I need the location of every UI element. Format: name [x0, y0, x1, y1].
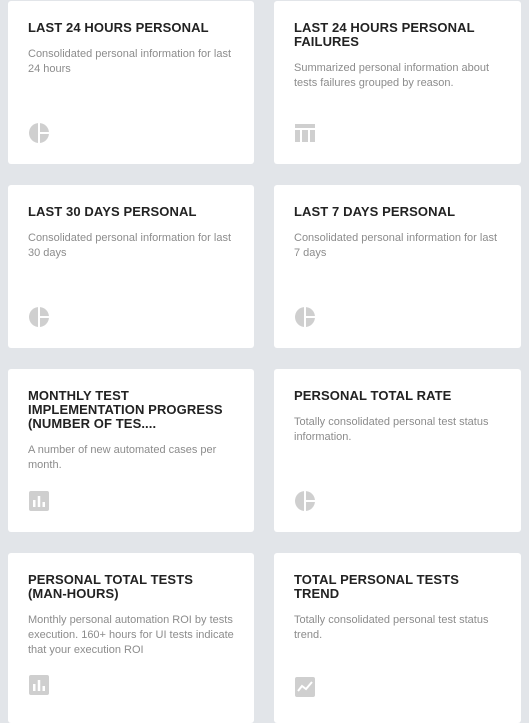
widget-card-last-7-days-personal[interactable]: LAST 7 DAYS PERSONAL Consolidated person… [274, 185, 521, 348]
widget-title: TOTAL PERSONAL TESTS TREND [294, 572, 460, 601]
widget-description: Totally consolidated personal test statu… [294, 416, 489, 443]
widget-description: Consolidated personal information for la… [294, 232, 498, 259]
bar-chart-icon [28, 490, 50, 512]
widget-description: Totally consolidated personal test statu… [294, 614, 489, 641]
widget-title: LAST 24 HOURS PERSONAL FAILURES [294, 20, 475, 49]
widget-description: Monthly personal automation ROI by tests… [28, 614, 234, 656]
pie-chart-icon [28, 306, 50, 328]
widget-title: PERSONAL TOTAL TESTS (MAN-HOURS) [28, 572, 194, 601]
widget-card-last-24-hours-personal-failures[interactable]: LAST 24 HOURS PERSONAL FAILURES Summariz… [274, 1, 521, 164]
widget-description: Summarized personal information about te… [294, 62, 490, 89]
widget-card-total-personal-tests-trend[interactable]: TOTAL PERSONAL TESTS TREND Totally conso… [274, 553, 521, 723]
widget-title: MONTHLY TEST IMPLEMENTATION PROGRESS (NU… [28, 388, 223, 431]
widget-title: LAST 24 HOURS PERSONAL [28, 20, 209, 35]
line-chart-icon [294, 676, 316, 698]
widget-description: Consolidated personal information for la… [28, 232, 232, 259]
widget-card-personal-total-tests-man-hours[interactable]: PERSONAL TOTAL TESTS (MAN-HOURS) Monthly… [8, 553, 254, 723]
widget-description: A number of new automated cases per mont… [28, 444, 217, 471]
widget-description: Consolidated personal information for la… [28, 48, 232, 75]
widget-title: PERSONAL TOTAL RATE [294, 388, 452, 403]
bar-chart-icon [28, 674, 50, 696]
table-icon [294, 122, 316, 144]
widget-card-last-24-hours-personal[interactable]: LAST 24 HOURS PERSONAL Consolidated pers… [8, 1, 254, 164]
widget-card-last-30-days-personal[interactable]: LAST 30 DAYS PERSONAL Consolidated perso… [8, 185, 254, 348]
widget-card-monthly-test-implementation-progress[interactable]: MONTHLY TEST IMPLEMENTATION PROGRESS (NU… [8, 369, 254, 532]
widget-card-personal-total-rate[interactable]: PERSONAL TOTAL RATE Totally consolidated… [274, 369, 521, 532]
pie-chart-icon [28, 122, 50, 144]
widget-title: LAST 30 DAYS PERSONAL [28, 204, 197, 219]
pie-chart-icon [294, 306, 316, 328]
widget-title: LAST 7 DAYS PERSONAL [294, 204, 456, 219]
pie-chart-icon [294, 490, 316, 512]
